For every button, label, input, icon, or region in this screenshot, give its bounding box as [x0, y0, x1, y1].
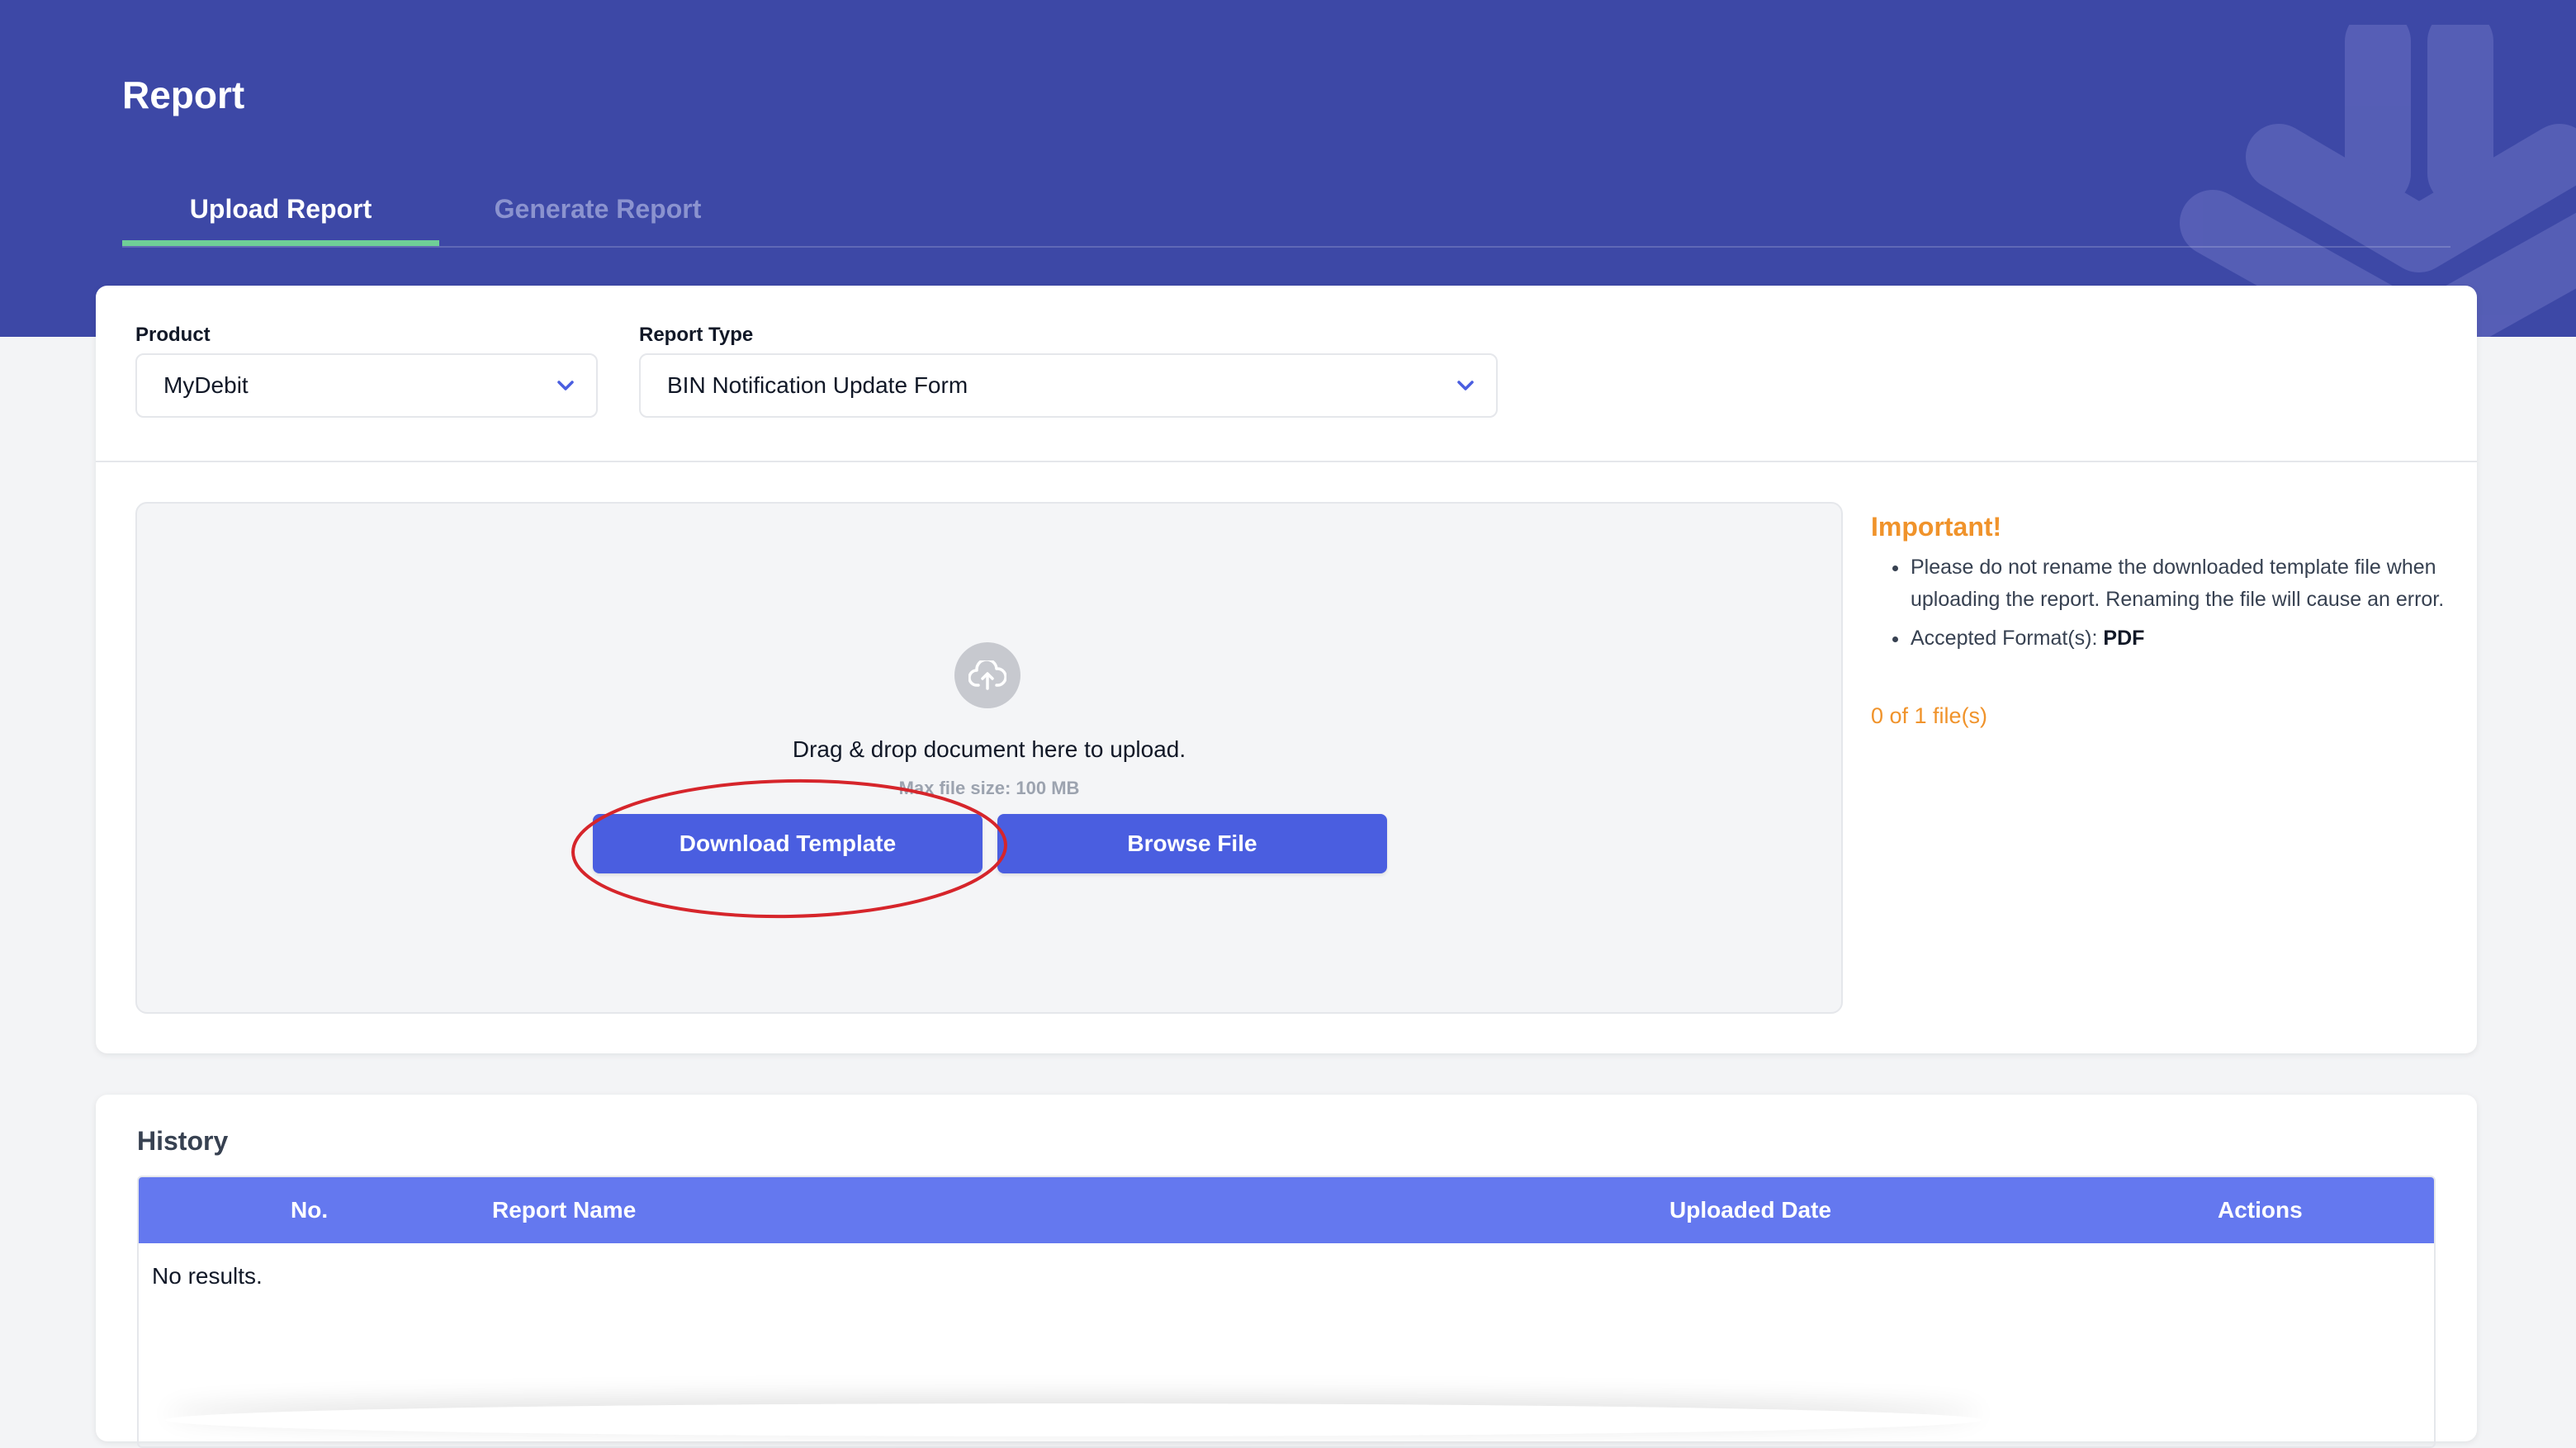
page-title: Report — [122, 73, 245, 116]
tab-upload-report[interactable]: Upload Report — [122, 173, 439, 246]
table-header: No. Report Name Uploaded Date Actions — [139, 1177, 2434, 1243]
product-select-value: MyDebit — [163, 372, 249, 398]
column-header-uploaded-date: Uploaded Date — [1669, 1197, 1832, 1223]
important-title: Important! — [1871, 512, 2002, 542]
browse-file-button[interactable]: Browse File — [997, 814, 1387, 873]
product-select[interactable]: MyDebit — [135, 353, 598, 418]
download-template-button[interactable]: Download Template — [593, 814, 983, 873]
accepted-format-label: Accepted Format(s): — [1911, 627, 2104, 650]
history-card: History No. Report Name Uploaded Date Ac… — [96, 1095, 2477, 1448]
column-header-actions: Actions — [2218, 1197, 2303, 1223]
empty-state-text: No results. — [152, 1263, 263, 1289]
upload-card: Product MyDebit Report Type BIN Notifica… — [96, 286, 2477, 1053]
column-header-report-name: Report Name — [492, 1197, 637, 1223]
important-notes: Please do not rename the downloaded temp… — [1871, 551, 2449, 661]
column-header-no: No. — [291, 1197, 329, 1223]
cloud-upload-icon — [954, 642, 1020, 708]
chevron-down-icon — [555, 375, 576, 396]
filter-row: Product MyDebit Report Type BIN Notifica… — [96, 286, 2477, 462]
overlay-shadow — [165, 1403, 1982, 1436]
file-count: 0 of 1 file(s) — [1871, 703, 1988, 728]
history-title: History — [137, 1126, 229, 1156]
note-rename: Please do not rename the downloaded temp… — [1871, 551, 2449, 616]
accepted-format-value: PDF — [2103, 627, 2145, 650]
report-type-select[interactable]: BIN Notification Update Form — [639, 353, 1498, 418]
drop-instructions: Drag & drop document here to upload. — [792, 736, 1186, 762]
report-tabs: Upload Report Generate Report — [122, 173, 2451, 248]
max-file-size: Max file size: 100 MB — [898, 778, 1080, 798]
chevron-down-icon — [1455, 375, 1476, 396]
tab-generate-report[interactable]: Generate Report — [439, 173, 756, 244]
report-type-label: Report Type — [639, 324, 754, 346]
product-label: Product — [135, 324, 211, 346]
report-type-select-value: BIN Notification Update Form — [667, 372, 968, 398]
note-accepted-format: Accepted Format(s): PDF — [1871, 622, 2449, 655]
